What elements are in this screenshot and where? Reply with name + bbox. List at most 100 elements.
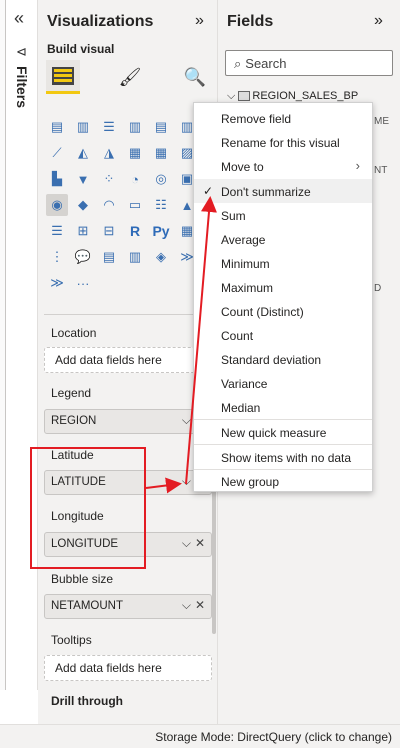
menu-item-label: Minimum <box>221 257 270 271</box>
menu-item-label: Sum <box>221 209 246 223</box>
menu-item-remove-field[interactable]: Remove field <box>194 106 372 130</box>
menu-item-new-group[interactable]: New group <box>194 469 372 493</box>
analytics-tab[interactable]: 🔍 <box>178 60 212 94</box>
search-icon: ⌕ <box>234 56 242 71</box>
legend-field-pill[interactable]: REGION ⌵ <box>44 409 212 434</box>
remove-field-icon[interactable]: ✕ <box>195 598 205 612</box>
qna-icon[interactable]: 💬 <box>72 246 94 268</box>
donut-chart-icon[interactable]: ◎ <box>150 168 172 190</box>
fields-title: Fields <box>227 13 274 30</box>
location-drop-zone[interactable]: Add data fields here <box>44 347 212 373</box>
line-stacked-column-icon[interactable]: ▦ <box>150 142 172 164</box>
legend-field-name: REGION <box>51 415 97 427</box>
table-grid-icon <box>52 66 74 85</box>
menu-item-label: Count (Distinct) <box>221 305 304 319</box>
table-icon[interactable]: ⊞ <box>72 220 94 242</box>
checkmark-icon: ✓ <box>203 184 214 198</box>
menu-item-standard-deviation[interactable]: Standard deviation <box>194 347 372 371</box>
scatter-chart-icon[interactable]: ⁘ <box>98 168 120 190</box>
funnel-icon: ⊲ <box>16 44 27 59</box>
menu-item-dont-summarize[interactable]: ✓ Don't summarize <box>194 179 372 203</box>
menu-item-move-to[interactable]: Move to › <box>194 154 372 178</box>
fields-well-tab[interactable] <box>46 60 80 94</box>
bubble-size-field-pill[interactable]: NETAMOUNT ⌵ ✕ <box>44 594 212 619</box>
power-apps-icon[interactable]: ◈ <box>150 246 172 268</box>
menu-item-rename[interactable]: Rename for this visual <box>194 130 372 154</box>
menu-item-median[interactable]: Median <box>194 395 372 419</box>
menu-item-count-distinct[interactable]: Count (Distinct) <box>194 299 372 323</box>
stacked-area-chart-icon[interactable]: ◮ <box>98 142 120 164</box>
paint-brush-icon: 🖌 <box>118 66 142 87</box>
more-visuals-icon[interactable]: ≫ <box>46 272 68 294</box>
menu-item-count[interactable]: Count <box>194 323 372 347</box>
chevron-down-icon[interactable]: ⌵ <box>182 598 191 613</box>
menu-item-label: Standard deviation <box>221 353 322 367</box>
stacked-bar-chart-icon[interactable]: ▤ <box>46 116 68 138</box>
expand-tree-icon: ⌵ <box>227 90 236 102</box>
menu-item-label: Variance <box>221 377 268 391</box>
area-chart-icon[interactable]: ◭ <box>72 142 94 164</box>
matrix-icon[interactable]: ⊟ <box>98 220 120 242</box>
multi-row-card-icon[interactable]: ☷ <box>150 194 172 216</box>
expand-visualizations-icon[interactable]: » <box>195 12 204 30</box>
bubble-size-well-label: Bubble size <box>51 572 114 586</box>
collapse-filters-icon[interactable]: « <box>14 8 24 29</box>
fields-search-input[interactable]: ⌕ Search <box>225 50 393 76</box>
waterfall-chart-icon[interactable]: ▙ <box>46 168 68 190</box>
menu-item-maximum[interactable]: Maximum <box>194 275 372 299</box>
chevron-down-icon[interactable]: ⌵ <box>182 413 191 428</box>
tooltips-well-label: Tooltips <box>51 633 92 647</box>
python-visual-icon[interactable]: Py <box>150 220 172 242</box>
map-icon[interactable]: ◉ <box>46 194 68 216</box>
legend-well-label: Legend <box>51 386 92 400</box>
menu-item-label: Median <box>221 401 261 415</box>
table-icon <box>238 91 251 102</box>
stacked-column-chart-icon[interactable]: ▥ <box>72 116 94 138</box>
field-name-fragment: ME <box>374 116 389 127</box>
line-clustered-column-icon[interactable]: ▦ <box>124 142 146 164</box>
field-name-fragment: D <box>374 283 382 294</box>
menu-item-label: Maximum <box>221 281 274 295</box>
funnel-chart-icon[interactable]: ▼ <box>72 168 94 190</box>
menu-item-minimum[interactable]: Minimum <box>194 251 372 275</box>
gauge-icon[interactable]: ◠ <box>98 194 120 216</box>
filters-label[interactable]: Filters <box>14 66 30 108</box>
decomposition-tree-icon[interactable]: ⋮ <box>46 246 68 268</box>
chevron-down-icon[interactable]: ⌵ <box>182 536 191 551</box>
expand-fields-icon[interactable]: » <box>374 12 383 30</box>
menu-item-show-items-no-data[interactable]: Show items with no data <box>194 445 372 469</box>
table-name: REGION_SALES_BP <box>252 90 359 102</box>
menu-item-average[interactable]: Average <box>194 227 372 251</box>
r-script-visual-icon[interactable]: R <box>124 220 146 242</box>
slicer-icon[interactable]: ☰ <box>46 220 68 242</box>
bubble-size-field-name: NETAMOUNT <box>51 600 123 612</box>
chevron-right-icon: › <box>355 158 360 173</box>
menu-item-new-quick-measure[interactable]: New quick measure <box>194 420 372 444</box>
storage-mode-status[interactable]: Storage Mode: DirectQuery (click to chan… <box>155 730 392 744</box>
clustered-column-chart-icon[interactable]: ▥ <box>124 116 146 138</box>
menu-item-label: Average <box>221 233 266 247</box>
field-name-fragment: NT <box>374 165 388 176</box>
clustered-bar-chart-icon[interactable]: ☰ <box>98 116 120 138</box>
format-visual-tab[interactable]: 🖌 <box>113 60 147 94</box>
100-percent-bar-chart-icon[interactable]: ▤ <box>150 116 172 138</box>
filled-map-icon[interactable]: ◆ <box>72 194 94 216</box>
visualizations-title: Visualizations <box>47 13 154 30</box>
menu-item-label: Move to <box>221 160 264 174</box>
visual-type-gallery: ▤ ▥ ☰ ▥ ▤ ▥ ⟋ ◭ ◮ ▦ ▦ ▨ ▙ ▼ ⁘ ◔ ◎ ▣ ◉ ◆ … <box>46 116 214 298</box>
card-icon[interactable]: ▭ <box>124 194 146 216</box>
menu-item-label: Don't summarize <box>221 185 311 199</box>
smart-narrative-icon[interactable]: ▤ <box>98 246 120 268</box>
chevron-down-icon[interactable]: ⌵ <box>182 474 191 489</box>
menu-item-variance[interactable]: Variance <box>194 371 372 395</box>
paginated-report-icon[interactable]: ▥ <box>124 246 146 268</box>
drill-through-label: Drill through <box>51 694 123 708</box>
menu-item-sum[interactable]: Sum <box>194 203 372 227</box>
get-more-visuals-icon[interactable]: ··· <box>72 272 94 294</box>
remove-field-icon[interactable]: ✕ <box>195 536 205 550</box>
line-chart-icon[interactable]: ⟋ <box>46 142 68 164</box>
menu-item-label: New group <box>221 475 280 489</box>
annotation-highlight-box <box>30 447 146 569</box>
pie-chart-icon[interactable]: ◔ <box>124 168 146 190</box>
tooltips-drop-zone[interactable]: Add data fields here <box>44 655 212 681</box>
